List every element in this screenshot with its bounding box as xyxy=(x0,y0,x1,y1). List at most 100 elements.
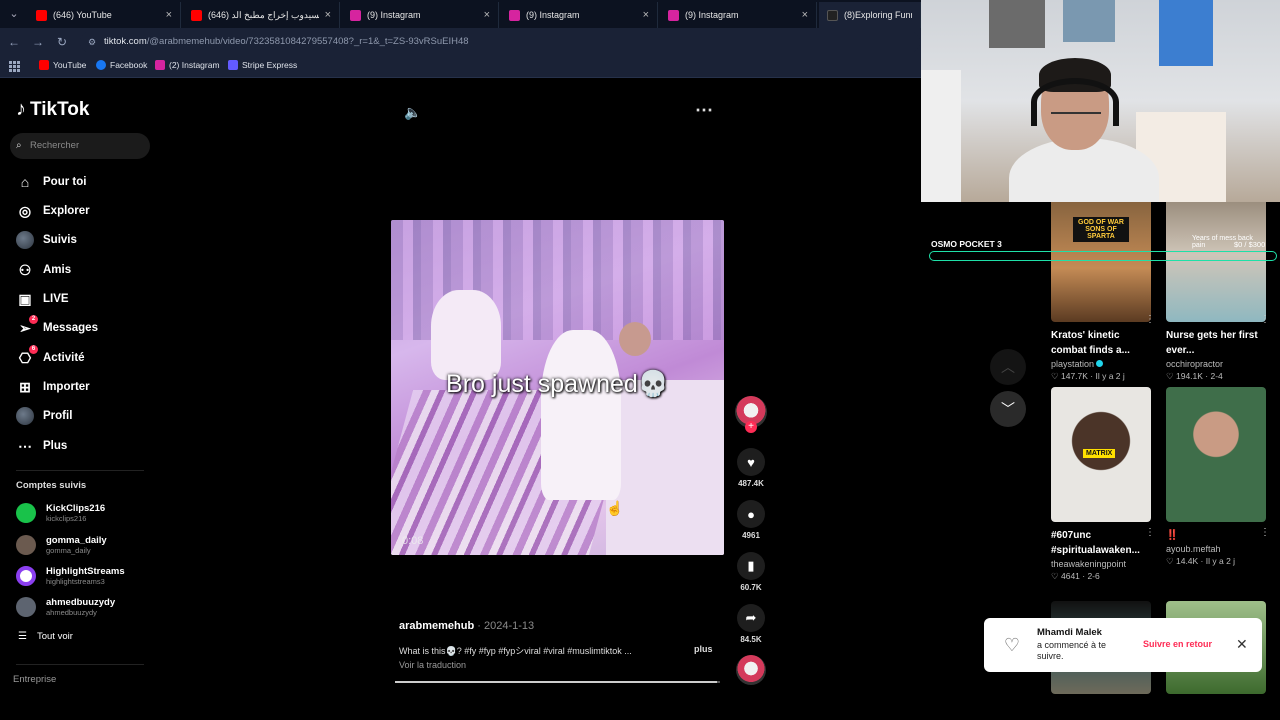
card-user: theawakeningpoint xyxy=(1051,559,1127,569)
site-info-icon[interactable]: ⚙ xyxy=(88,31,96,53)
translate-link[interactable]: Voir la traduction xyxy=(399,660,466,670)
compass-icon: ◎ xyxy=(18,202,32,219)
card-meta: 147.7K · Il y a 2 j xyxy=(1060,371,1125,381)
recommended-card[interactable]: ‼️ ⋮ ayoub.meftah ♡ 14.4K · Il y a 2 j xyxy=(1166,387,1270,567)
following-item[interactable]: HighlightStreams highlightstreams3 xyxy=(16,563,125,589)
video-player[interactable]: Bro just spawned💀 0:08 xyxy=(391,220,724,555)
close-icon[interactable]: × xyxy=(166,9,172,21)
share-button[interactable]: ➦ 84.5K xyxy=(735,604,767,644)
more-vertical-icon[interactable]: ⋮ xyxy=(1260,527,1270,538)
tiktok-logo[interactable]: ♪ TikTok xyxy=(16,98,89,121)
bookmark-button[interactable]: ▮ 60.7K xyxy=(735,552,767,592)
streamer-webcam xyxy=(921,0,1280,202)
comment-button[interactable]: ● 4961 xyxy=(735,500,767,540)
url-host: tiktok.com xyxy=(104,36,147,47)
bookmark-instagram[interactable]: (2) Instagram xyxy=(155,60,220,70)
back-icon[interactable]: ← xyxy=(6,34,22,50)
logo-text: TikTok xyxy=(30,98,90,120)
next-video-button[interactable]: ﹀ xyxy=(990,391,1026,427)
video-thumbnail xyxy=(1166,387,1266,522)
follow-plus-icon[interactable]: + xyxy=(745,421,757,433)
recommended-card[interactable]: Years of mess back pain Nurse gets her f… xyxy=(1166,187,1270,382)
follow-notification: ♡ Mhamdi Malek a commencé à te suivre. S… xyxy=(984,618,1262,672)
apps-grid-icon[interactable] xyxy=(9,61,20,72)
follow-back-button[interactable]: Suivre en retour xyxy=(1143,639,1212,649)
close-icon[interactable]: × xyxy=(643,9,649,21)
tab-search-icon[interactable]: ⌄ xyxy=(6,6,22,22)
video-author[interactable]: arabmemehub · 2024-1-13 xyxy=(399,620,534,632)
menu-label: Messages xyxy=(43,322,98,334)
menu-item-activite[interactable]: ⎔ 6 Activité xyxy=(16,345,85,369)
tiktok-sidebar: ♪ TikTok ⌕ Rechercher ⌂ Pour toi ◎ Explorer… xyxy=(0,80,160,720)
menu-item-plus[interactable]: ⋯ Plus xyxy=(16,435,67,457)
browser-tab[interactable]: (9) Instagram × xyxy=(501,2,658,28)
thumbnail-tag: MATRIX xyxy=(1083,449,1116,458)
menu-item-live[interactable]: ▣ LIVE xyxy=(16,288,69,310)
bookmark-label: (2) Instagram xyxy=(169,60,220,70)
more-vertical-icon[interactable]: ⋮ xyxy=(1260,314,1270,325)
comment-icon: ● xyxy=(737,500,765,528)
menu-item-explorer[interactable]: ◎ Explorer xyxy=(16,200,90,222)
following-item[interactable]: ahmedbuuzydy ahmedbuuzydy xyxy=(16,594,115,620)
recommended-card[interactable]: MATRIX #607unc #spiritualawaken... ⋮ the… xyxy=(1051,387,1155,582)
tiktok-icon xyxy=(827,9,838,21)
menu-item-importer[interactable]: ⊞ Importer xyxy=(16,376,90,398)
more-link[interactable]: plus xyxy=(694,644,713,654)
menu-item-suivis[interactable]: Suivis xyxy=(16,229,77,251)
like-button[interactable]: ♥ 487.4K xyxy=(735,448,767,488)
menu-item-messages[interactable]: ➢ 2 Messages xyxy=(16,315,98,339)
menu-label: Importer xyxy=(43,381,90,393)
send-icon: ➢ 2 xyxy=(16,315,38,337)
more-vertical-icon[interactable]: ⋮ xyxy=(1145,527,1155,538)
bookmark-stripe[interactable]: Stripe Express xyxy=(228,60,297,70)
menu-item-profil[interactable]: Profil xyxy=(16,405,72,427)
bookmark-icon: ▮ xyxy=(737,552,765,580)
following-handle: kickclips216 xyxy=(46,514,87,523)
forward-icon[interactable]: → xyxy=(30,34,46,50)
following-item[interactable]: KickClips216 kickclips216 xyxy=(16,500,105,526)
menu-item-pour-toi[interactable]: ⌂ Pour toi xyxy=(16,171,87,193)
card-title: #607unc #spiritualawaken... xyxy=(1051,530,1140,556)
following-handle: ahmedbuuzydy xyxy=(46,608,97,617)
close-icon[interactable]: × xyxy=(484,9,490,21)
browser-tab[interactable]: (646) أكسيدوب إخراج مطبخ الد... × xyxy=(183,2,340,28)
menu-label: Amis xyxy=(43,264,72,276)
recommended-card[interactable]: GOD OF WAR SONS OF SPARTA Kratos' kineti… xyxy=(1051,187,1155,382)
close-icon[interactable]: ✕ xyxy=(1236,636,1248,653)
music-disc-icon[interactable] xyxy=(736,655,766,685)
more-vertical-icon[interactable]: ⋮ xyxy=(1145,314,1155,325)
bookmark-youtube[interactable]: YouTube xyxy=(39,60,86,70)
browser-tab[interactable]: (9) Instagram × xyxy=(660,2,817,28)
video-counter xyxy=(606,380,724,555)
see-all-label: Tout voir xyxy=(36,631,73,642)
menu-label: LIVE xyxy=(43,293,69,305)
tiktok-note-icon: ♪ xyxy=(16,98,26,120)
more-options-icon[interactable]: ⋯ xyxy=(695,100,713,121)
entreprise-link[interactable]: Entreprise xyxy=(13,674,56,685)
see-all-link[interactable]: ☰ Tout voir xyxy=(18,631,73,642)
video-time: 0:08 xyxy=(402,535,424,547)
card-meta: 14.4K · Il y a 2 j xyxy=(1175,556,1236,566)
browser-tab[interactable]: (646) YouTube × xyxy=(28,2,181,28)
address-bar[interactable]: ⚙ tiktok.com/@arabmemehub/video/73235810… xyxy=(80,31,920,53)
previous-video-button[interactable]: ︿ xyxy=(990,349,1026,385)
browser-tab[interactable]: (9) Instagram × xyxy=(342,2,499,28)
bookmark-facebook[interactable]: Facebook xyxy=(96,60,147,70)
search-input[interactable]: ⌕ Rechercher xyxy=(10,133,150,159)
following-item[interactable]: gomma_daily gomma_daily xyxy=(16,532,107,558)
reload-icon[interactable]: ↻ xyxy=(54,34,70,50)
more-icon: ⋯ xyxy=(18,437,32,454)
browser-tab-active[interactable]: (8)Exploring Funny Mu xyxy=(819,2,921,28)
close-icon[interactable]: × xyxy=(325,9,331,21)
avatar xyxy=(16,597,36,617)
search-icon: ⌕ xyxy=(16,140,22,151)
video-progress-bar[interactable] xyxy=(395,681,720,683)
card-user: playstation xyxy=(1051,359,1095,369)
close-icon[interactable]: × xyxy=(802,9,808,21)
menu-item-amis[interactable]: ⚇ Amis xyxy=(16,259,71,281)
divider xyxy=(16,470,144,471)
share-count: 84.5K xyxy=(740,635,762,644)
volume-icon[interactable]: 🔈 xyxy=(404,104,421,121)
menu-label: Suivis xyxy=(43,234,77,246)
stream-goal-value: $0 / $300 xyxy=(1234,240,1266,249)
